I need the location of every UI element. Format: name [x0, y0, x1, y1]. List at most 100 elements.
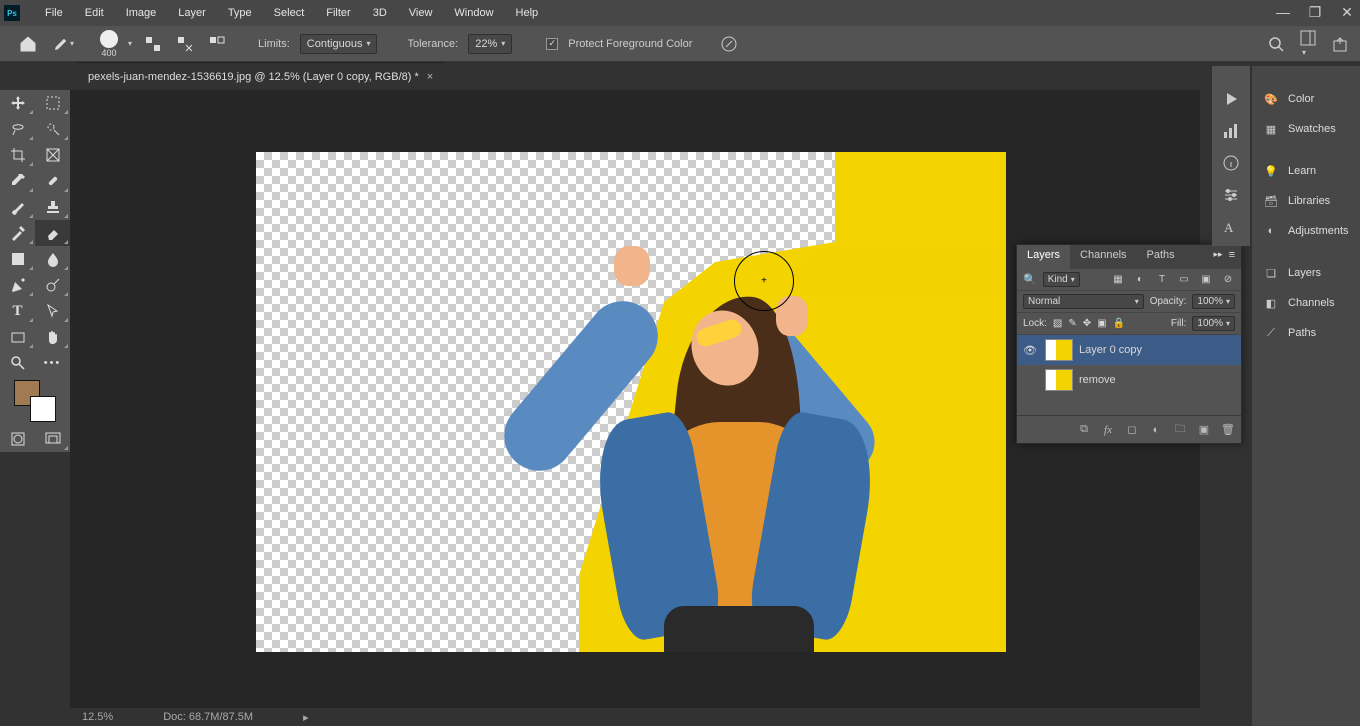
background-swatch[interactable] [30, 396, 56, 422]
limits-dropdown[interactable]: Contiguous ▾ [300, 34, 378, 54]
link-layers-icon[interactable]: ⧉ [1077, 423, 1091, 437]
menu-3d[interactable]: 3D [362, 7, 398, 19]
blend-mode-dropdown[interactable]: Normal▾ [1023, 294, 1144, 309]
more-tools[interactable]: ••• [35, 350, 70, 376]
sampling-continuous-icon[interactable] [142, 33, 164, 55]
menu-layer[interactable]: Layer [167, 7, 217, 19]
move-tool[interactable] [0, 90, 35, 116]
layer-row[interactable]: 👁 Layer 0 copy [1017, 335, 1241, 365]
panel-paths[interactable]: ⟋Paths [1252, 318, 1360, 348]
lock-pixels-icon[interactable]: ✎ [1068, 318, 1076, 329]
layer-fx-icon[interactable]: fx [1101, 423, 1115, 437]
pressure-size-icon[interactable] [718, 33, 740, 55]
panel-swatches[interactable]: ▦Swatches [1252, 114, 1360, 144]
layer-row[interactable]: remove [1017, 365, 1241, 395]
menu-type[interactable]: Type [217, 7, 263, 19]
layer-group-icon[interactable]: 🗀 [1173, 423, 1187, 437]
panel-libraries[interactable]: 🗃Libraries [1252, 186, 1360, 216]
path-select-tool[interactable] [35, 298, 70, 324]
brush-tool[interactable] [0, 194, 35, 220]
menu-window[interactable]: Window [443, 7, 504, 19]
sampling-once-icon[interactable] [174, 33, 196, 55]
frame-tool[interactable] [35, 142, 70, 168]
pen-tool[interactable] [0, 272, 35, 298]
sampling-swatch-icon[interactable] [206, 33, 228, 55]
filter-shape-icon[interactable]: ▭ [1177, 273, 1191, 287]
layer-mask-icon[interactable]: ◻ [1125, 423, 1139, 437]
layer-name[interactable]: Layer 0 copy [1079, 344, 1142, 356]
opacity-input[interactable]: 100%▾ [1192, 294, 1235, 309]
document-tab[interactable]: pexels-juan-mendez-1536619.jpg @ 12.5% (… [76, 62, 445, 90]
filter-adjust-icon[interactable]: ◐ [1133, 273, 1147, 287]
quick-select-tool[interactable] [35, 116, 70, 142]
lasso-tool[interactable] [0, 116, 35, 142]
lock-transparent-icon[interactable]: ▨ [1053, 318, 1062, 329]
filter-toggle-icon[interactable]: ⊘ [1221, 273, 1235, 287]
layer-thumbnail[interactable] [1045, 369, 1073, 391]
dodge-tool[interactable] [35, 272, 70, 298]
filter-pixel-icon[interactable]: ▦ [1111, 273, 1125, 287]
protect-fg-checkbox[interactable]: ✓ [546, 38, 558, 50]
type-tool[interactable]: T [0, 298, 35, 324]
layer-name[interactable]: remove [1079, 374, 1116, 386]
panel-channels[interactable]: ◧Channels [1252, 288, 1360, 318]
info-icon[interactable] [1222, 154, 1240, 172]
panel-adjustments[interactable]: ◐Adjustments [1252, 216, 1360, 246]
fill-input[interactable]: 100%▾ [1192, 316, 1235, 331]
layer-visibility-icon[interactable]: 👁 [1021, 344, 1039, 357]
play-icon[interactable] [1222, 90, 1240, 108]
maximize-button[interactable]: ❐ [1308, 4, 1322, 21]
panel-tab-layers[interactable]: Layers [1017, 245, 1070, 269]
filter-type-icon[interactable]: T [1155, 273, 1169, 287]
eyedropper-tool[interactable] [0, 168, 35, 194]
share-icon[interactable] [1332, 36, 1348, 52]
menu-select[interactable]: Select [263, 7, 316, 19]
search-icon[interactable] [1268, 36, 1284, 52]
menu-view[interactable]: View [398, 7, 444, 19]
current-tool-icon[interactable]: ▾ [52, 33, 74, 55]
panel-color[interactable]: 🎨Color [1252, 84, 1360, 114]
crop-tool[interactable] [0, 142, 35, 168]
lock-position-icon[interactable]: ✥ [1083, 318, 1091, 329]
menu-file[interactable]: File [34, 7, 74, 19]
minimize-button[interactable]: — [1276, 4, 1290, 21]
blur-tool[interactable] [35, 246, 70, 272]
status-docsize[interactable]: Doc: 68.7M/87.5M [163, 711, 253, 723]
close-window-button[interactable]: ✕ [1340, 4, 1354, 21]
menu-filter[interactable]: Filter [315, 7, 361, 19]
delete-layer-icon[interactable]: 🗑 [1221, 423, 1235, 437]
menu-help[interactable]: Help [505, 7, 550, 19]
status-zoom[interactable]: 12.5% [82, 711, 113, 723]
document-canvas[interactable] [256, 152, 1006, 652]
panel-tab-channels[interactable]: Channels [1070, 245, 1136, 269]
hand-tool[interactable] [35, 324, 70, 350]
quick-mask-icon[interactable] [0, 426, 35, 452]
zoom-tool[interactable] [0, 350, 35, 376]
menu-image[interactable]: Image [115, 7, 168, 19]
gradient-tool[interactable] [0, 246, 35, 272]
healing-tool[interactable] [35, 168, 70, 194]
screen-mode-icon[interactable] [35, 426, 70, 452]
panel-tab-paths[interactable]: Paths [1137, 245, 1185, 269]
history-brush-tool[interactable] [0, 220, 35, 246]
panel-learn[interactable]: 💡Learn [1252, 156, 1360, 186]
lock-all-icon[interactable]: 🔒 [1113, 318, 1125, 329]
brush-preset-picker[interactable]: 400 [100, 30, 118, 58]
marquee-tool[interactable] [35, 90, 70, 116]
layer-filter-dropdown[interactable]: Kind▾ [1043, 272, 1080, 287]
histogram-icon[interactable] [1222, 122, 1240, 140]
home-icon[interactable] [14, 30, 42, 58]
panel-menu-icon[interactable]: ≡ [1229, 249, 1235, 265]
status-arrow-icon[interactable]: ▸ [303, 711, 309, 724]
layer-thumbnail[interactable] [1045, 339, 1073, 361]
tolerance-input[interactable]: 22% ▾ [468, 34, 512, 54]
adjustment-layer-icon[interactable]: ◐ [1149, 423, 1163, 437]
stamp-tool[interactable] [35, 194, 70, 220]
tab-close-icon[interactable]: × [427, 71, 433, 83]
character-icon[interactable]: A [1222, 218, 1240, 236]
new-layer-icon[interactable]: ▣ [1197, 423, 1211, 437]
shape-tool[interactable] [0, 324, 35, 350]
lock-artboard-icon[interactable]: ▣ [1097, 318, 1106, 329]
panel-layers[interactable]: ❏Layers [1252, 258, 1360, 288]
filter-smart-icon[interactable]: ▣ [1199, 273, 1213, 287]
